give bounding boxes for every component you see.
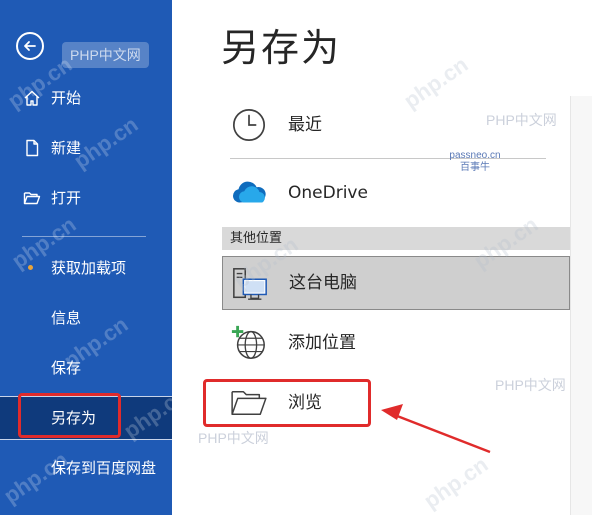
location-add-place[interactable]: 添加位置 [222, 316, 570, 370]
highlight-box-browse [203, 379, 371, 427]
nav-label: 保存 [51, 359, 82, 377]
backstage-sidebar: 开始 新建 打开 获取加载项 信息 保存 另存为 保存到百度网盘 [0, 0, 172, 515]
orange-dot-icon [28, 265, 33, 270]
nav-label: 获取加载项 [51, 259, 127, 277]
location-recent[interactable]: 最近 [222, 98, 570, 152]
nav-label: 开始 [51, 89, 82, 107]
location-label: 添加位置 [288, 333, 356, 353]
nav-item-save[interactable]: 保存 [0, 351, 172, 385]
nav-item-get-addins[interactable]: 获取加载项 [0, 251, 172, 285]
clock-icon [230, 106, 268, 144]
new-document-icon [22, 138, 42, 158]
back-button[interactable] [16, 32, 44, 60]
cloud-icon [230, 174, 268, 212]
nav-label: 新建 [51, 139, 82, 157]
location-label: 这台电脑 [289, 273, 357, 293]
nav-label: 信息 [51, 309, 82, 327]
back-arrow-icon [24, 41, 36, 51]
nav-item-home[interactable]: 开始 [0, 81, 172, 115]
recent-separator [230, 158, 546, 159]
location-label: OneDrive [288, 183, 368, 203]
sidebar-divider [22, 236, 146, 237]
globe-plus-icon [230, 324, 268, 362]
location-onedrive[interactable]: OneDrive [222, 166, 570, 220]
nav-label: 打开 [51, 189, 82, 207]
highlight-box-save-as [18, 393, 121, 438]
nav-item-new[interactable]: 新建 [0, 131, 172, 165]
section-header-other-locations: 其他位置 [222, 227, 570, 250]
location-label: 最近 [288, 115, 322, 135]
home-icon [22, 88, 42, 108]
folder-open-icon [22, 188, 42, 208]
watermark: php.cn [419, 451, 493, 514]
page-title: 另存为 [221, 26, 342, 70]
location-this-pc[interactable]: 这台电脑 [222, 256, 570, 310]
nav-item-open[interactable]: 打开 [0, 181, 172, 215]
computer-icon [231, 265, 269, 303]
scrollbar-track[interactable] [570, 96, 592, 515]
nav-label: 保存到百度网盘 [51, 459, 157, 477]
nav-item-info[interactable]: 信息 [0, 301, 172, 335]
nav-item-save-to-baidu[interactable]: 保存到百度网盘 [0, 451, 172, 485]
